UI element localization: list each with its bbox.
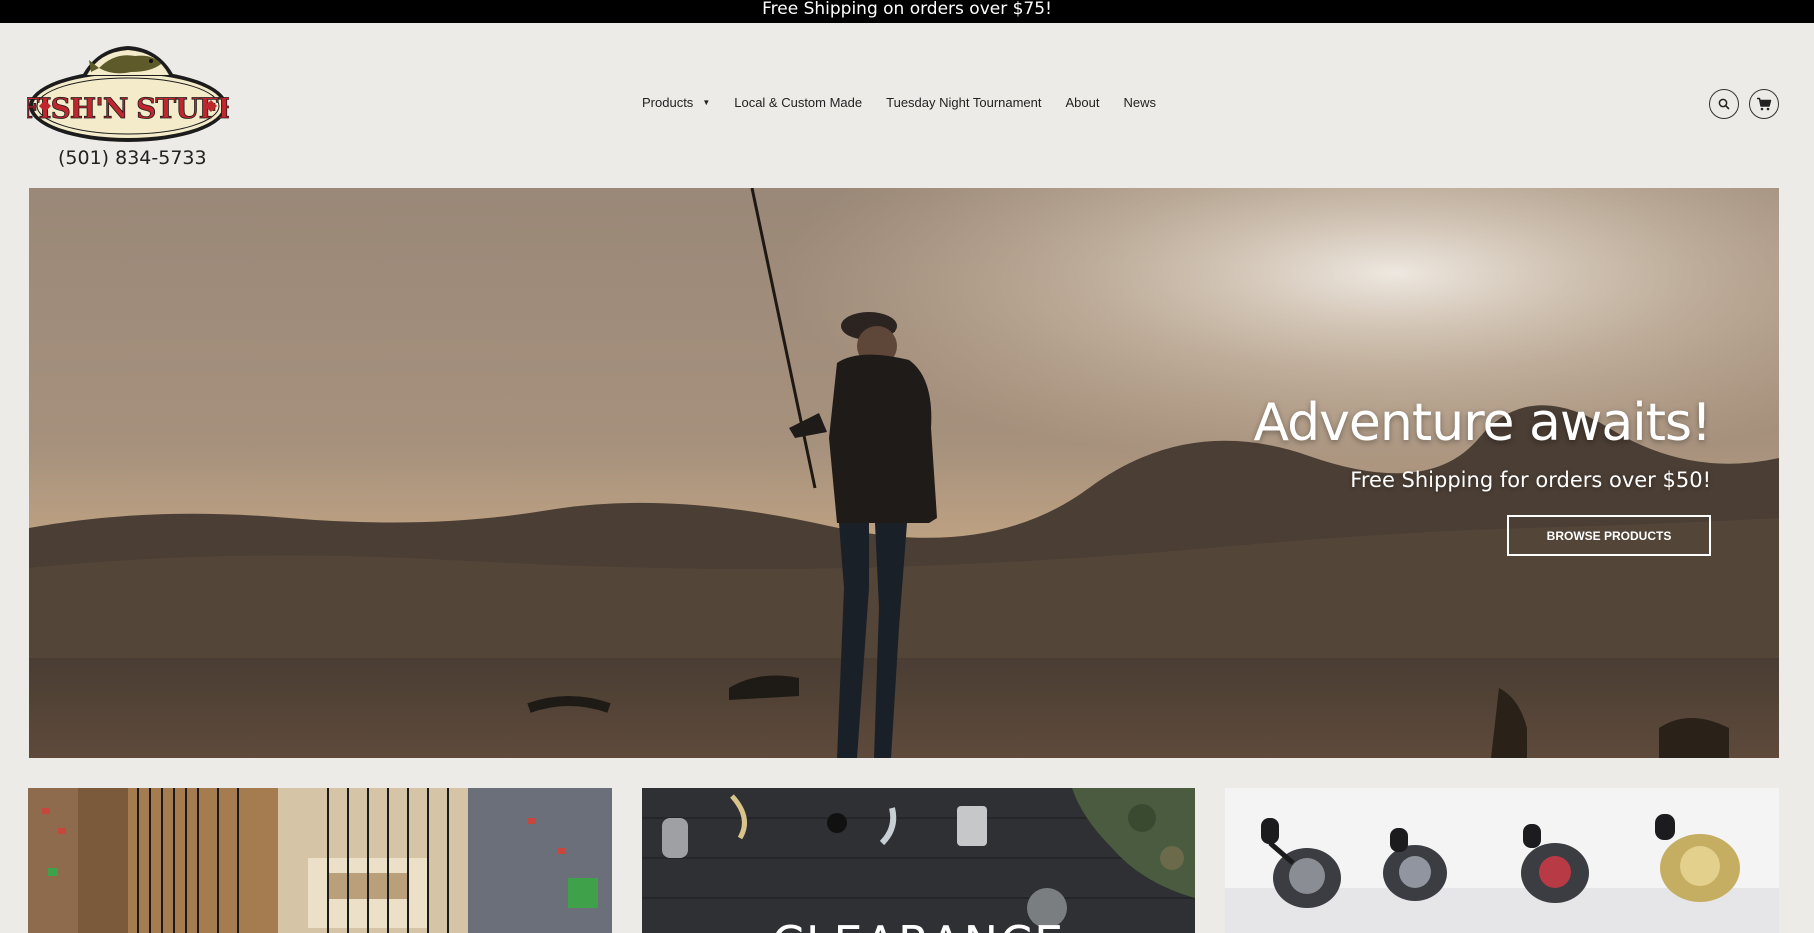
caret-down-icon: ▼ [702,98,711,107]
nav-item-label: Local & Custom Made [734,95,863,110]
nav-item-label: Tuesday Night Tournament [886,95,1042,110]
nav-item-label: Products [642,95,694,110]
hero-subtitle: Free Shipping for orders over $50! [1350,468,1711,492]
tile-image-reels [1225,788,1779,933]
nav-item-label: News [1123,95,1157,110]
store-phone[interactable]: (501) 834-5733 [58,147,207,169]
tile-rods[interactable] [28,788,612,933]
nav-item-local-custom-made[interactable]: Local & Custom Made [734,95,862,110]
site-logo[interactable]: FISH'N STUFF [19,42,239,144]
tile-reels[interactable] [1225,788,1779,933]
main-nav: Products ▼ Local & Custom Made Tuesday N… [642,95,1180,110]
nav-item-news[interactable]: News [1124,95,1157,110]
logo-image: FISH'N STUFF [19,46,239,142]
nav-item-products[interactable]: Products ▼ [642,95,710,110]
search-button[interactable] [1709,89,1739,119]
tile-clearance[interactable]: CLEARANCE [642,788,1195,933]
hero-title: Adventure awaits! [1253,393,1712,453]
announcement-bar: Free Shipping on orders over $75! [0,0,1814,23]
tile-image-clearance [642,788,1195,933]
nav-item-tuesday-night-tournament[interactable]: Tuesday Night Tournament [886,95,1041,110]
cart-button[interactable] [1749,89,1779,119]
search-icon [1718,98,1730,110]
browse-products-button[interactable]: BROWSE PRODUCTS [1507,515,1711,556]
svg-text:FISH'N STUFF: FISH'N STUFF [27,92,229,125]
cart-icon [1757,97,1772,111]
announcement-text: Free Shipping on orders over $75! [762,0,1052,19]
hero-banner: Adventure awaits! Free Shipping for orde… [29,188,1779,758]
tile-image-rods [28,788,612,933]
tile-label-clearance: CLEARANCE [642,916,1195,933]
nav-item-about[interactable]: About [1066,95,1100,110]
nav-item-label: About [1065,95,1100,110]
